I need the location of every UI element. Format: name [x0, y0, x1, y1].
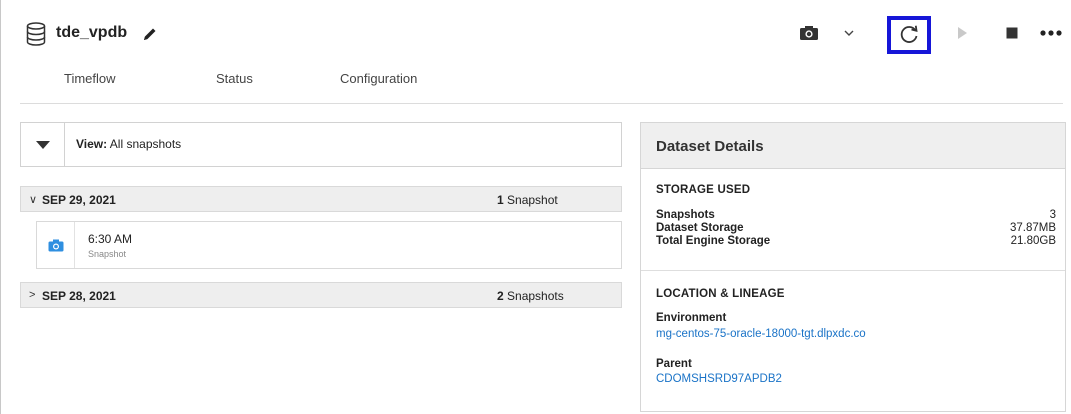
refresh-button[interactable]: [887, 16, 931, 54]
database-icon: [26, 22, 46, 46]
storage-key: Total Engine Storage: [656, 235, 771, 247]
window-border: [0, 0, 1, 414]
section-divider: [641, 270, 1065, 271]
header-divider: [20, 103, 1063, 104]
lineage-heading: LOCATION & LINEAGE: [656, 288, 785, 300]
details-title: Dataset Details: [656, 138, 764, 155]
view-label: View:: [76, 137, 108, 151]
refresh-icon: [900, 25, 918, 43]
group-count: 1 Snapshot: [497, 193, 558, 207]
tab-status[interactable]: Status: [216, 71, 253, 86]
view-toggle-button[interactable]: [21, 123, 65, 166]
start-button[interactable]: [950, 18, 974, 48]
details-header: Dataset Details: [641, 123, 1065, 169]
snapshot-item[interactable]: 6:30 AM Snapshot: [36, 221, 622, 269]
group-date: SEP 28, 2021: [42, 289, 116, 303]
environment-label: Environment: [656, 312, 727, 324]
storage-heading: STORAGE USED: [656, 184, 751, 196]
camera-icon: [48, 239, 63, 251]
storage-key: Dataset Storage: [656, 222, 744, 234]
chevron-down-icon: [844, 30, 854, 36]
group-date: SEP 29, 2021: [42, 193, 116, 207]
camera-icon: [800, 26, 818, 40]
tab-configuration[interactable]: Configuration: [340, 71, 417, 86]
parent-link[interactable]: CDOMSHSRD97APDB2: [656, 373, 782, 385]
snapshot-group-sep-29[interactable]: ∨ SEP 29, 2021 1 Snapshot: [20, 186, 622, 212]
storage-value: 37.87MB: [1009, 222, 1056, 234]
snapshot-button[interactable]: [794, 18, 824, 48]
stop-button[interactable]: [1000, 18, 1024, 48]
page-title: tde_vpdb: [56, 24, 128, 41]
snapshot-time: 6:30 AM: [88, 232, 133, 246]
snapshot-group-sep-28[interactable]: > SEP 28, 2021 2 Snapshots: [20, 282, 622, 308]
snapshot-icon-cell: [37, 222, 75, 268]
environment-link[interactable]: mg-centos-75-oracle-18000-tgt.dlpxdc.co: [656, 328, 866, 340]
parent-label: Parent: [656, 358, 692, 370]
dataset-details-panel: Dataset Details STORAGE USED Snapshots 3…: [640, 122, 1066, 412]
chevron-down-icon: ∨: [29, 194, 38, 206]
view-filter: View: All snapshots: [20, 122, 622, 167]
stop-icon: [1006, 27, 1018, 39]
more-actions-button[interactable]: [1036, 18, 1066, 48]
view-filter-text[interactable]: View: All snapshots: [76, 137, 181, 151]
storage-value: 3: [1049, 209, 1056, 221]
tab-timeflow[interactable]: Timeflow: [64, 71, 116, 86]
snapshot-options-dropdown[interactable]: [838, 18, 860, 48]
play-icon: [958, 27, 967, 39]
storage-key: Snapshots: [656, 209, 715, 221]
storage-value: 21.80GB: [1010, 235, 1056, 247]
chevron-right-icon: >: [29, 289, 36, 301]
group-count: 2 Snapshots: [497, 289, 564, 303]
snapshot-type: Snapshot: [88, 249, 127, 259]
more-icon: [1040, 30, 1062, 36]
pencil-icon[interactable]: [142, 26, 158, 42]
caret-down-icon: [35, 140, 50, 149]
view-value: All snapshots: [109, 137, 182, 151]
